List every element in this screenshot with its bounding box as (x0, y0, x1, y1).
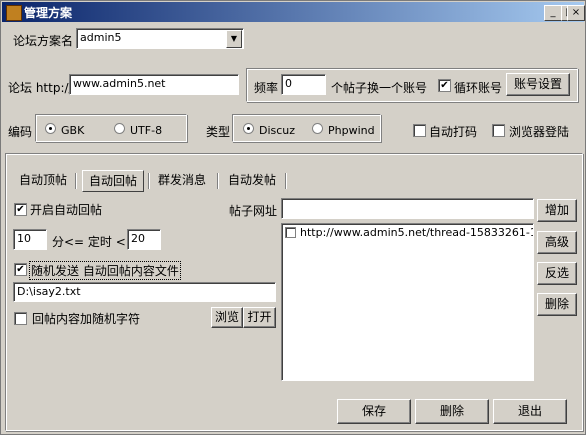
reply-file-path-value: D:\isay2.txt (17, 285, 81, 298)
add-button[interactable]: 增加 (537, 199, 577, 222)
type-label: 类型 (206, 125, 231, 139)
min-interval-value: 10 (17, 232, 31, 245)
forum-url-input[interactable]: www.admin5.net (69, 74, 239, 95)
enable-auto-reply-checkbox[interactable]: ✔ (14, 203, 27, 216)
forum-plan-combo[interactable]: admin5 ▼ (76, 28, 244, 49)
tab-separator (217, 173, 218, 189)
invert-selection-button[interactable]: 反选 (537, 262, 577, 285)
app-icon (6, 5, 22, 21)
auto-captcha-checkbox[interactable] (413, 124, 426, 137)
tab-auto-post[interactable]: 自动发帖 (222, 170, 282, 190)
window-title: 管理方案 (24, 6, 73, 20)
close-button[interactable]: × (567, 5, 585, 21)
encoding-gbk-label: GBK (61, 124, 85, 137)
browser-login-label: 浏览器登陆 (509, 125, 570, 139)
tab-mass-message[interactable]: 群发消息 (152, 170, 212, 190)
type-phpwind-label: Phpwind (328, 124, 375, 137)
post-url-input[interactable] (281, 198, 534, 219)
tab-auto-reply[interactable]: 自动回帖 (82, 170, 144, 192)
loop-account-checkbox[interactable]: ✔ (438, 79, 451, 92)
rate-label: 频率 (254, 81, 279, 95)
append-random-checkbox[interactable] (14, 312, 27, 325)
append-random-label: 回帖内容加随机字符 (32, 312, 141, 326)
loop-account-label: 循环账号 (454, 81, 503, 95)
tab-separator (148, 173, 149, 189)
forum-url-value: www.admin5.net (73, 77, 166, 90)
tab-separator (285, 173, 286, 189)
tab-auto-bump[interactable]: 自动顶帖 (13, 170, 73, 190)
enable-auto-reply-label: 开启自动回帖 (30, 203, 103, 217)
exit-button[interactable]: 退出 (493, 399, 567, 424)
type-discuz-radio[interactable] (243, 123, 254, 134)
rate-value: 0 (285, 77, 292, 90)
reply-file-path-input[interactable]: D:\isay2.txt (13, 282, 276, 302)
random-send-checkbox[interactable]: ✔ (14, 263, 27, 276)
advanced-button[interactable]: 高级 (537, 231, 577, 254)
save-button[interactable]: 保存 (337, 399, 411, 424)
open-button[interactable]: 打开 (243, 307, 276, 328)
rate-suffix: 个帖子换一个账号 (331, 81, 428, 95)
interval-between-label: 分<= 定时 <= (52, 235, 136, 249)
encoding-group (35, 114, 187, 142)
manage-plan-window: 管理方案 _ □ × 论坛方案名 admin5 ▼ 论坛 http:// www… (0, 0, 586, 435)
browse-button[interactable]: 浏览 (211, 307, 243, 328)
tab-separator (75, 173, 76, 189)
forum-url-label: 论坛 http:// (8, 81, 73, 95)
title-bar: 管理方案 _ □ (2, 2, 584, 22)
type-phpwind-radio[interactable] (312, 123, 323, 134)
minimize-button[interactable]: _ (544, 5, 562, 21)
rate-input[interactable]: 0 (281, 74, 326, 95)
max-interval-value: 20 (131, 232, 145, 245)
list-item-checkbox[interactable] (285, 227, 296, 238)
forum-plan-label: 论坛方案名 (13, 34, 74, 48)
encoding-utf8-label: UTF-8 (130, 124, 163, 137)
type-discuz-label: Discuz (259, 124, 296, 137)
chevron-down-icon[interactable]: ▼ (226, 30, 242, 48)
encoding-label: 编码 (8, 125, 33, 139)
browser-login-checkbox[interactable] (492, 124, 505, 137)
account-settings-button[interactable]: 账号设置 (506, 73, 570, 96)
list-item-url: http://www.admin5.net/thread-15833261-1-… (300, 226, 533, 239)
auto-captcha-label: 自动打码 (429, 125, 478, 139)
list-item[interactable]: http://www.admin5.net/thread-15833261-1-… (284, 226, 533, 240)
delete-url-button[interactable]: 删除 (537, 293, 577, 316)
url-list[interactable]: http://www.admin5.net/thread-15833261-1-… (281, 223, 534, 381)
forum-plan-value: admin5 (80, 31, 122, 44)
max-interval-input[interactable]: 20 (127, 229, 161, 250)
post-url-label: 帖子网址 (229, 204, 278, 218)
encoding-gbk-radio[interactable] (45, 123, 56, 134)
delete-button[interactable]: 删除 (415, 399, 489, 424)
random-send-label: 随机发送 自动回帖内容文件 (29, 261, 181, 280)
min-interval-input[interactable]: 10 (13, 229, 47, 250)
encoding-utf8-radio[interactable] (114, 123, 125, 134)
